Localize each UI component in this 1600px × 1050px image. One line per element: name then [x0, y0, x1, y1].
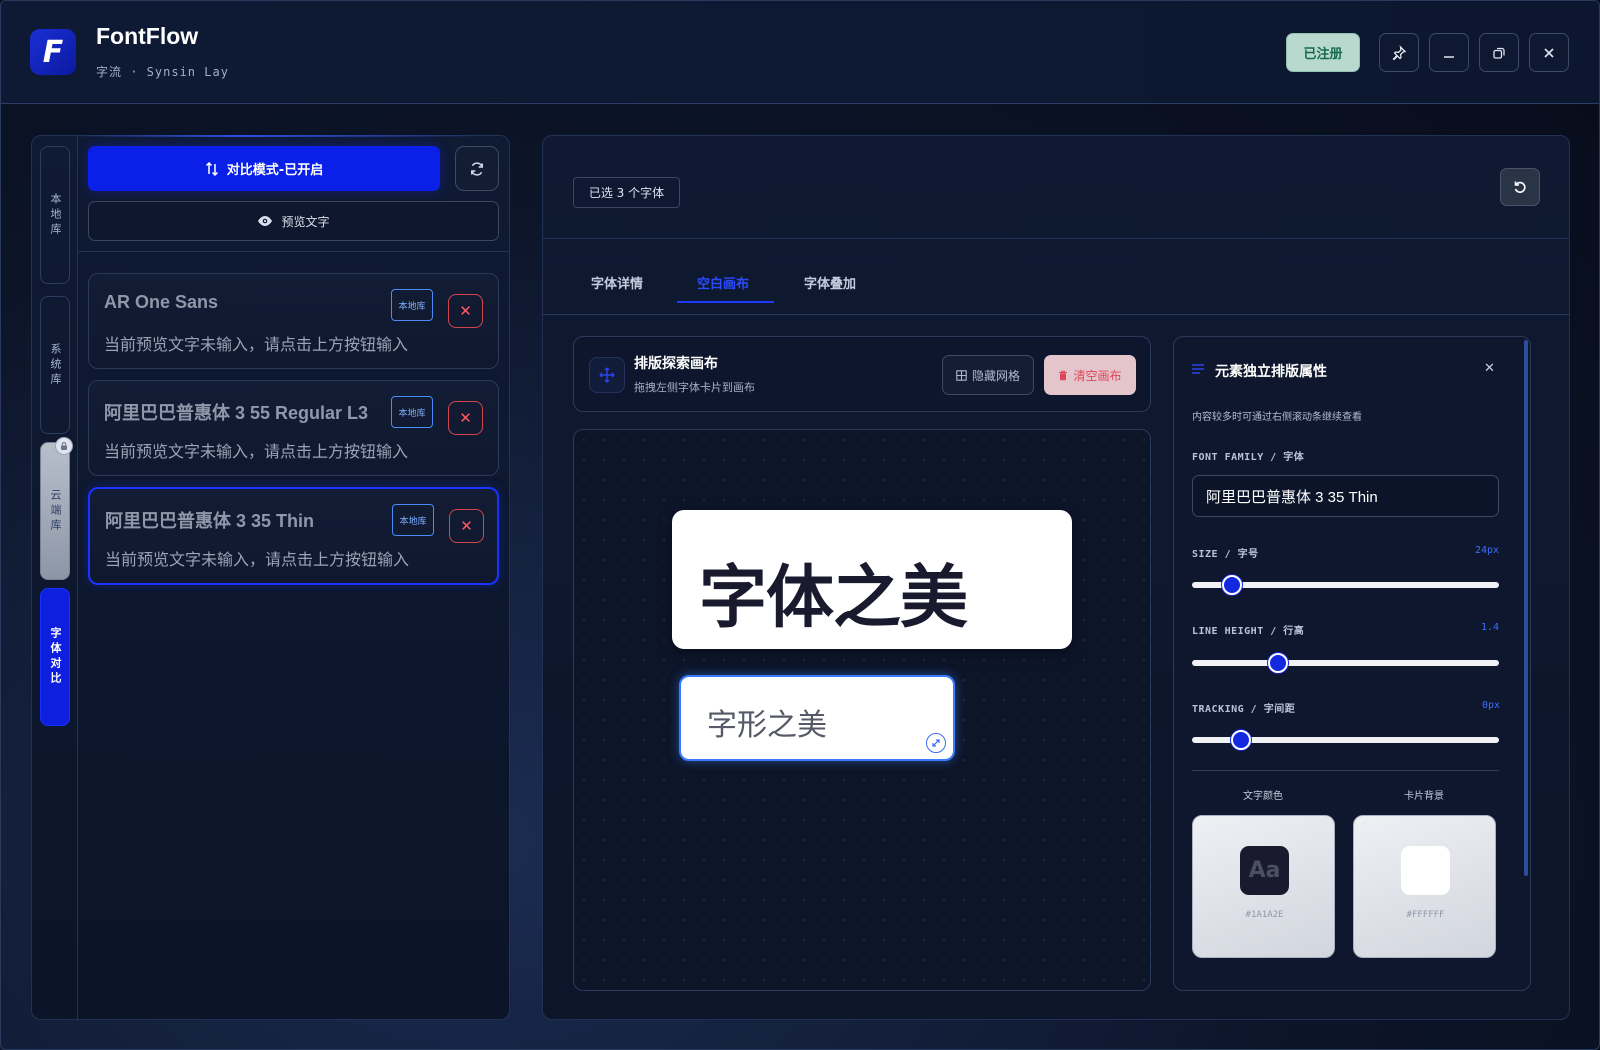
font-card-name: 阿里巴巴普惠体 3 55 Regular L3 [104, 403, 369, 423]
canvas-text: 字形之美 [707, 708, 827, 743]
font-card-preview: 当前预览文字未输入，请点击上方按钮输入 [105, 550, 410, 569]
size-slider-thumb[interactable] [1221, 575, 1242, 595]
canvas-text-card-selected[interactable]: 字形之美 [679, 675, 955, 761]
clear-canvas-label: 清空画布 [1073, 368, 1122, 383]
close-icon: ✕ [459, 302, 472, 320]
tab-font-overlay[interactable]: 字体叠加 [804, 273, 856, 292]
font-card[interactable]: 阿里巴巴普惠体 3 55 Regular L3 当前预览文字未输入，请点击上方按… [88, 380, 499, 476]
close-icon: ✕ [460, 517, 473, 535]
app-subtitle: 字流 · Synsin Lay [96, 65, 229, 79]
line-height-slider-thumb[interactable] [1267, 653, 1288, 673]
size-label: SIZE / 字号 [1192, 549, 1259, 560]
pin-icon [1392, 44, 1407, 60]
registered-button[interactable]: 已注册 [1286, 33, 1360, 72]
app-logo: F [30, 29, 76, 75]
properties-hint: 内容较多时可通过右侧滚动条继续查看 [1192, 412, 1362, 423]
library-badge: 本地库 [391, 289, 433, 321]
font-card-preview: 当前预览文字未输入，请点击上方按钮输入 [104, 442, 409, 461]
vtab-system-library[interactable]: 系统库 [40, 296, 70, 434]
hide-grid-label: 隐藏网格 [971, 368, 1020, 383]
swap-icon [205, 161, 218, 176]
canvas-hint: 拖拽左侧字体卡片到画布 [634, 381, 755, 394]
trash-icon [1059, 370, 1068, 380]
app-window: F FontFlow 字流 · Synsin Lay 已注册 本地库 系统库 云… [0, 0, 1600, 1050]
refresh-icon [471, 161, 483, 176]
undo-icon [1514, 181, 1526, 193]
line-height-label: LINE HEIGHT / 行高 [1192, 626, 1305, 637]
vtab-cloud-library[interactable]: 云端库 [40, 442, 70, 580]
minimize-icon [1444, 55, 1454, 58]
card-bg-swatch[interactable]: #FFFFFF [1353, 815, 1496, 958]
font-card-preview: 当前预览文字未输入，请点击上方按钮输入 [104, 335, 409, 354]
card-bg-label: 卡片背景 [1404, 791, 1444, 802]
properties-divider [1192, 770, 1499, 771]
tab-font-details[interactable]: 字体详情 [591, 273, 643, 292]
canvas-title: 排版探索画布 [634, 356, 718, 372]
text-color-hex: #1A1A2E [1245, 910, 1284, 920]
library-badge: 本地库 [392, 504, 434, 536]
lock-icon [55, 437, 73, 455]
tracking-slider-thumb[interactable] [1231, 730, 1252, 750]
tabs-divider [542, 314, 1570, 315]
properties-close-button[interactable]: ✕ [1484, 361, 1495, 376]
selected-count-badge: 已选 3 个字体 [573, 177, 680, 208]
vtab-local-library[interactable]: 本地库 [40, 146, 70, 284]
card-bg-preview [1401, 846, 1450, 895]
font-card-name: 阿里巴巴普惠体 3 35 Thin [105, 511, 315, 531]
clear-canvas-button[interactable]: 清空画布 [1044, 355, 1136, 395]
properties-title: 元素独立排版属性 [1215, 364, 1327, 380]
refresh-button[interactable] [455, 146, 499, 191]
resize-handle[interactable] [926, 733, 946, 753]
remove-font-button[interactable]: ✕ [449, 509, 484, 543]
title-bar: F FontFlow 字流 · Synsin Lay 已注册 [1, 1, 1599, 104]
line-height-value: 1.4 [1481, 622, 1500, 633]
resize-icon [932, 739, 940, 747]
properties-scrollbar[interactable] [1524, 340, 1528, 876]
grid-icon [956, 369, 967, 381]
font-family-label: FONT FAMILY / 字体 [1192, 452, 1305, 463]
tracking-label: TRACKING / 字间距 [1192, 704, 1296, 715]
sidebar-divider [78, 251, 510, 252]
close-button[interactable] [1529, 33, 1569, 72]
line-height-slider[interactable] [1192, 660, 1499, 666]
eye-icon [258, 216, 273, 226]
tracking-value: 0px [1482, 700, 1501, 711]
font-card[interactable]: AR One Sans 当前预览文字未输入，请点击上方按钮输入 本地库 ✕ [88, 273, 499, 369]
size-value: 24px [1475, 545, 1500, 556]
font-card-name: AR One Sans [104, 292, 219, 312]
text-color-label: 文字颜色 [1243, 791, 1283, 802]
pin-button[interactable] [1379, 33, 1419, 72]
remove-font-button[interactable]: ✕ [448, 401, 483, 435]
font-family-field[interactable]: 阿里巴巴普惠体 3 35 Thin [1192, 475, 1499, 517]
library-badge: 本地库 [391, 396, 433, 428]
preview-text-button[interactable]: 预览文字 [88, 201, 499, 241]
sliders-icon [1192, 364, 1204, 374]
canvas-text-card[interactable]: 字体之美 [672, 510, 1072, 649]
card-bg-hex: #FFFFFF [1406, 910, 1445, 920]
font-card-selected[interactable]: 阿里巴巴普惠体 3 35 Thin 当前预览文字未输入，请点击上方按钮输入 本地… [88, 487, 499, 585]
text-color-swatch[interactable]: Aa #1A1A2E [1192, 815, 1335, 958]
close-icon: ✕ [459, 409, 472, 427]
app-title: FontFlow [96, 23, 199, 49]
preview-text-label: 预览文字 [281, 214, 330, 229]
main-divider [542, 238, 1570, 239]
canvas-text: 字体之美 [699, 559, 968, 638]
minimize-button[interactable] [1429, 33, 1469, 72]
canvas-toolbar: 排版探索画布 拖拽左侧字体卡片到画布 隐藏网格 清空画布 [573, 336, 1151, 412]
vertical-tabs: 本地库 系统库 云端库 字体对比 [32, 136, 78, 1021]
close-icon: ✕ [1484, 361, 1495, 376]
reset-button[interactable] [1500, 168, 1540, 206]
restore-button[interactable] [1479, 33, 1519, 72]
text-color-preview: Aa [1240, 846, 1289, 895]
compare-mode-label: 对比模式-已开启 [226, 163, 324, 178]
close-icon [1544, 47, 1554, 58]
hide-grid-button[interactable]: 隐藏网格 [942, 355, 1034, 395]
remove-font-button[interactable]: ✕ [448, 294, 483, 328]
vtab-font-compare[interactable]: 字体对比 [40, 588, 70, 726]
compare-mode-button[interactable]: 对比模式-已开启 [88, 146, 440, 191]
restore-icon [1493, 47, 1505, 59]
move-icon [589, 357, 625, 393]
tab-blank-canvas[interactable]: 空白画布 [697, 273, 749, 292]
active-tab-indicator [677, 301, 774, 303]
